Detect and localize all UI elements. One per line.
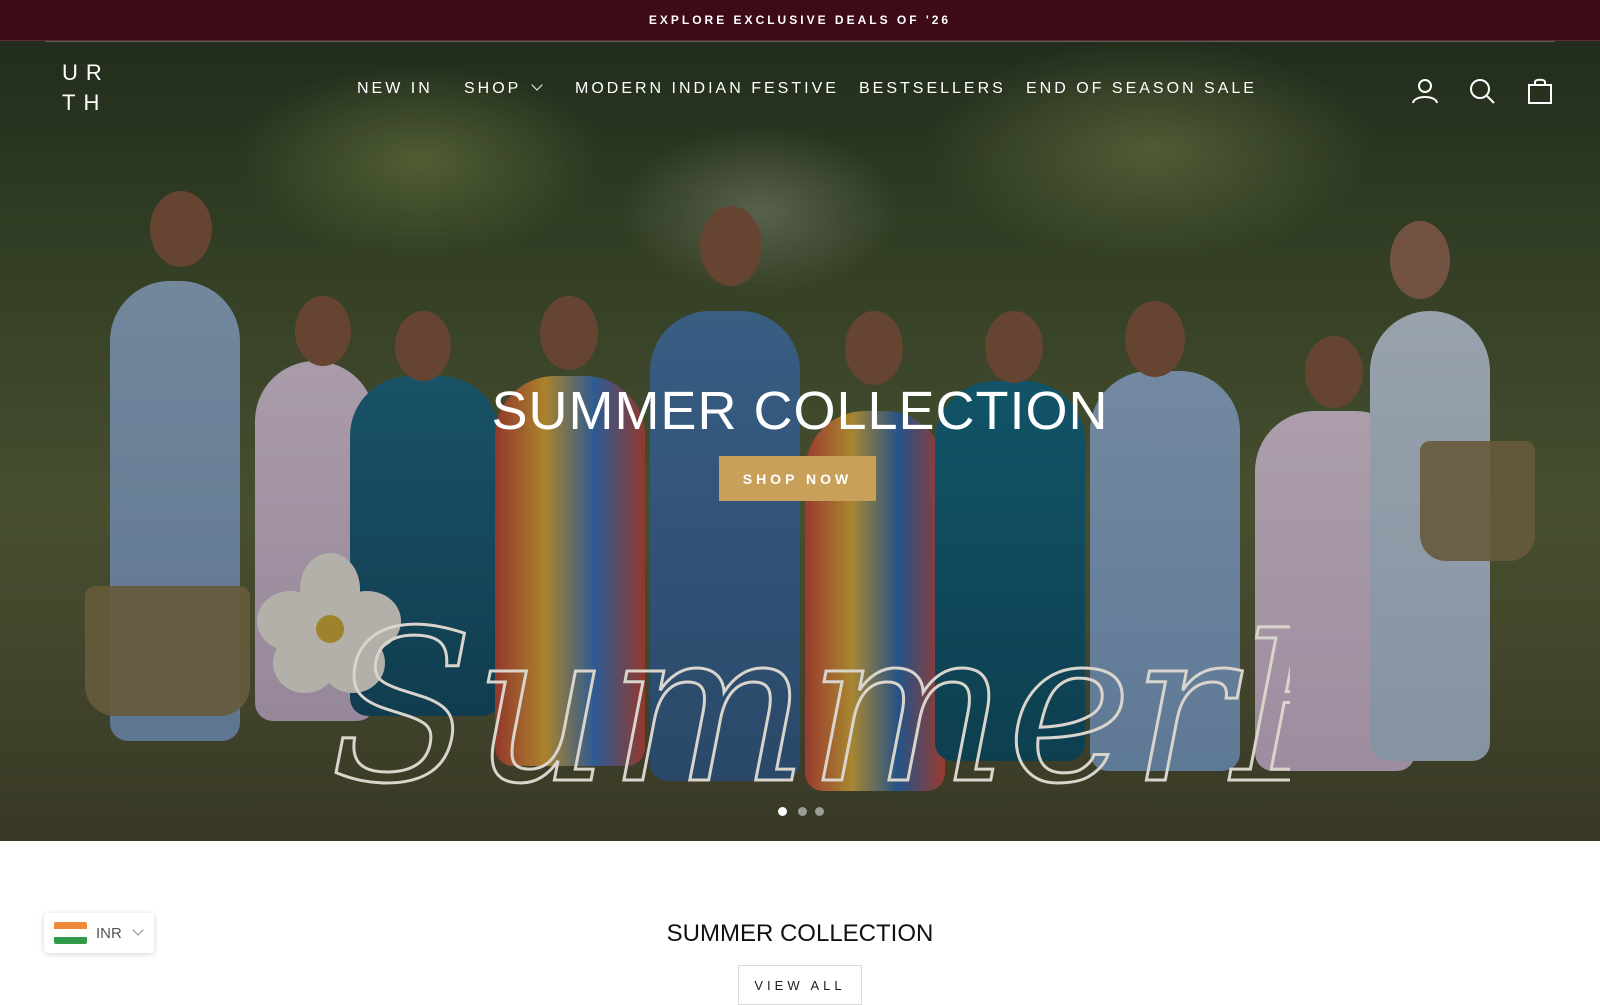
- currency-selector[interactable]: INR: [44, 913, 154, 953]
- script-lettering: SummerBloom: [330, 584, 1290, 831]
- nav-shop-label: SHOP: [464, 80, 522, 97]
- announcement-text: EXPLORE EXCLUSIVE DEALS OF '26: [648, 13, 952, 27]
- view-all-button[interactable]: VIEW ALL: [738, 965, 862, 1005]
- script-text: SummerBloom: [330, 585, 1290, 830]
- slide-dot-1[interactable]: [778, 807, 787, 816]
- section-title: SUMMER COLLECTION: [666, 920, 934, 947]
- cart-icon[interactable]: [1525, 76, 1555, 106]
- main-nav: NEW IN SHOP MODERN INDIAN FESTIVE BESTSE…: [0, 74, 1600, 106]
- nav-shop[interactable]: SHOP: [464, 79, 544, 98]
- slide-indicators: [0, 807, 1600, 819]
- slide-dot-3[interactable]: [815, 807, 824, 816]
- currency-code: INR: [96, 924, 122, 942]
- nav-end-of-season-sale[interactable]: END OF SEASON SALE: [1026, 80, 1257, 98]
- nav-bestsellers[interactable]: BESTSELLERS: [859, 80, 1006, 98]
- announcement-bar: EXPLORE EXCLUSIVE DEALS OF '26: [0, 0, 1600, 41]
- nav-new-in[interactable]: NEW IN: [357, 80, 433, 98]
- nav-modern-indian-festive[interactable]: MODERN INDIAN FESTIVE: [575, 80, 839, 98]
- search-icon[interactable]: [1467, 76, 1497, 106]
- chevron-down-icon: [132, 924, 144, 936]
- account-icon[interactable]: [1410, 76, 1440, 106]
- chevron-down-icon: [531, 79, 544, 91]
- shop-now-button[interactable]: SHOP NOW: [719, 456, 876, 501]
- hero-title: SUMMER COLLECTION: [491, 381, 1109, 441]
- india-flag-icon: [54, 922, 87, 944]
- header-divider: [45, 41, 1555, 42]
- slide-dot-2[interactable]: [798, 807, 807, 816]
